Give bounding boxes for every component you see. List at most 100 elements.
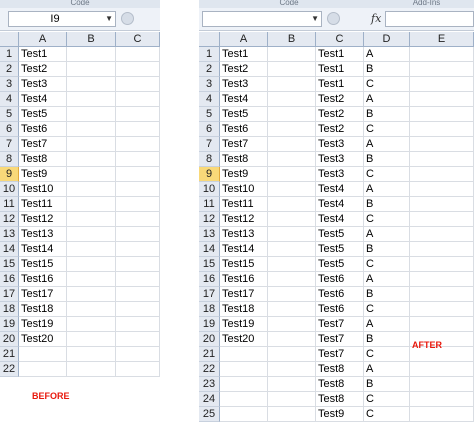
cell-c[interactable] [116, 137, 160, 152]
formula-input[interactable] [385, 11, 474, 27]
cell-a[interactable]: Test17 [220, 287, 268, 302]
cell-b[interactable] [268, 302, 316, 317]
cell-e[interactable] [410, 137, 474, 152]
cell-a[interactable]: Test12 [19, 212, 67, 227]
cell-a[interactable]: Test12 [220, 212, 268, 227]
row-header[interactable]: 11 [0, 197, 19, 212]
cell-b[interactable] [67, 137, 116, 152]
cell-a[interactable]: Test9 [19, 167, 67, 182]
cell-b[interactable] [268, 167, 316, 182]
cell-d[interactable]: B [364, 332, 410, 347]
cell-d[interactable]: C [364, 347, 410, 362]
cell-c[interactable]: Test1 [316, 47, 364, 62]
cell-b[interactable] [268, 122, 316, 137]
cell-b[interactable] [67, 92, 116, 107]
cell-a[interactable]: Test3 [19, 77, 67, 92]
row-header[interactable]: 2 [0, 62, 19, 77]
cell-b[interactable] [67, 122, 116, 137]
cell-c[interactable]: Test4 [316, 197, 364, 212]
row-header[interactable]: 20 [199, 332, 220, 347]
cell-a[interactable]: Test15 [220, 257, 268, 272]
cell-e[interactable] [410, 317, 474, 332]
cell-c[interactable] [116, 362, 160, 377]
cell-a[interactable]: Test13 [19, 227, 67, 242]
row-header[interactable]: 16 [0, 272, 19, 287]
row-header[interactable]: 12 [199, 212, 220, 227]
row-header[interactable]: 15 [0, 257, 19, 272]
cell-d[interactable]: B [364, 152, 410, 167]
row-header[interactable]: 11 [199, 197, 220, 212]
cell-c[interactable] [116, 302, 160, 317]
row-header[interactable]: 16 [199, 272, 220, 287]
cell-e[interactable] [410, 122, 474, 137]
cell-e[interactable] [410, 47, 474, 62]
cell-a[interactable]: Test8 [220, 152, 268, 167]
cell-c[interactable] [116, 92, 160, 107]
cell-d[interactable]: B [364, 62, 410, 77]
cell-a[interactable]: Test10 [220, 182, 268, 197]
cell-d[interactable]: B [364, 107, 410, 122]
cell-b[interactable] [67, 227, 116, 242]
row-header[interactable]: 7 [199, 137, 220, 152]
row-header[interactable]: 21 [0, 347, 19, 362]
cell-d[interactable]: B [364, 242, 410, 257]
select-all-corner[interactable] [0, 32, 19, 47]
row-header[interactable]: 19 [0, 317, 19, 332]
row-header[interactable]: 13 [199, 227, 220, 242]
cell-c[interactable] [116, 77, 160, 92]
row-header[interactable]: 8 [0, 152, 19, 167]
cell-d[interactable]: A [364, 227, 410, 242]
cell-b[interactable] [268, 257, 316, 272]
cell-e[interactable] [410, 167, 474, 182]
cell-d[interactable]: A [364, 47, 410, 62]
row-header[interactable]: 21 [199, 347, 220, 362]
cell-b[interactable] [67, 182, 116, 197]
cell-b[interactable] [268, 137, 316, 152]
column-header-c[interactable]: C [116, 32, 160, 47]
cell-b[interactable] [67, 287, 116, 302]
cell-a[interactable]: Test7 [220, 137, 268, 152]
row-header[interactable]: 10 [0, 182, 19, 197]
row-header[interactable]: 14 [199, 242, 220, 257]
cell-a[interactable]: Test10 [19, 182, 67, 197]
cell-d[interactable]: C [364, 77, 410, 92]
formula-bar-handle-icon[interactable] [327, 12, 340, 25]
cell-a[interactable]: Test11 [220, 197, 268, 212]
cell-a[interactable]: Test14 [220, 242, 268, 257]
cell-c[interactable] [116, 197, 160, 212]
cell-b[interactable] [67, 347, 116, 362]
cell-c[interactable]: Test1 [316, 62, 364, 77]
cell-e[interactable] [410, 62, 474, 77]
row-header[interactable]: 6 [0, 122, 19, 137]
cell-a[interactable]: Test16 [19, 272, 67, 287]
cell-b[interactable] [67, 302, 116, 317]
cell-e[interactable] [410, 197, 474, 212]
cell-b[interactable] [268, 362, 316, 377]
cell-c[interactable] [116, 122, 160, 137]
cell-b[interactable] [67, 47, 116, 62]
row-header[interactable]: 2 [199, 62, 220, 77]
cell-a[interactable]: Test2 [19, 62, 67, 77]
cell-c[interactable]: Test9 [316, 407, 364, 422]
row-header[interactable]: 1 [199, 47, 220, 62]
cell-b[interactable] [67, 152, 116, 167]
column-header-a[interactable]: A [19, 32, 67, 47]
row-header[interactable]: 10 [199, 182, 220, 197]
cell-c[interactable]: Test5 [316, 257, 364, 272]
cell-e[interactable] [410, 407, 474, 422]
cell-e[interactable] [410, 392, 474, 407]
column-header-d[interactable]: D [364, 32, 410, 47]
cell-d[interactable]: B [364, 377, 410, 392]
row-header[interactable]: 22 [0, 362, 19, 377]
column-header-e[interactable]: E [410, 32, 474, 47]
cell-b[interactable] [268, 197, 316, 212]
cell-c[interactable] [116, 47, 160, 62]
cell-c[interactable]: Test4 [316, 182, 364, 197]
name-box[interactable]: I9 ▼ [8, 11, 116, 27]
cell-e[interactable] [410, 92, 474, 107]
cell-e[interactable] [410, 107, 474, 122]
cell-b[interactable] [268, 92, 316, 107]
cell-c[interactable]: Test5 [316, 227, 364, 242]
cell-b[interactable] [268, 392, 316, 407]
cell-a[interactable]: Test4 [19, 92, 67, 107]
